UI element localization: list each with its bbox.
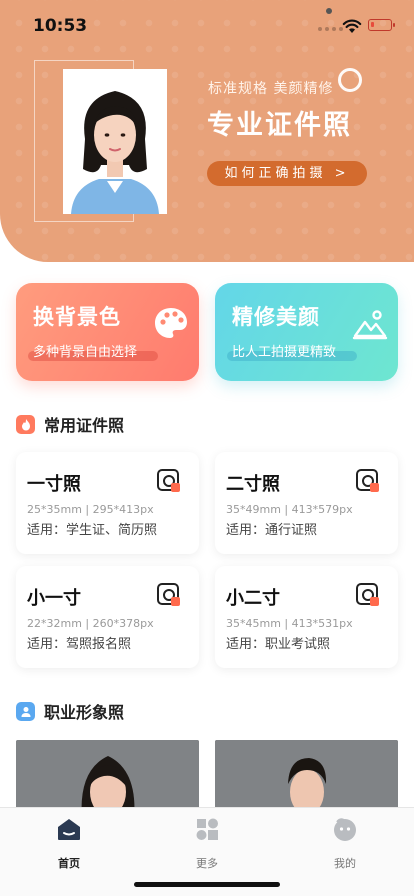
- camera-icon[interactable]: [157, 469, 180, 492]
- photo-type-card[interactable]: 小一寸 22*32mm | 260*378px 适用：驾照报名照: [16, 566, 199, 668]
- battery-icon: [368, 19, 395, 31]
- status-time: 10:53: [33, 16, 88, 36]
- camera-icon[interactable]: [356, 469, 379, 492]
- person-badge-icon: [16, 701, 35, 721]
- camera-icon[interactable]: [157, 583, 180, 606]
- home-icon: [58, 819, 80, 840]
- image-icon: [352, 310, 388, 340]
- retouch-beauty-card[interactable]: 精修美颜 比人工拍摄更精致: [215, 283, 398, 381]
- photo-type-card[interactable]: 一寸照 25*35mm | 295*413px 适用：学生证、简历照: [16, 452, 199, 554]
- flame-icon: [16, 414, 35, 434]
- photo-type-name: 小一寸: [27, 588, 81, 609]
- change-background-card[interactable]: 换背景色 多种背景自由选择: [16, 283, 199, 381]
- tab-label: 更多: [196, 857, 218, 870]
- career-photos-heading: 职业形象照: [16, 699, 124, 723]
- photo-type-card[interactable]: 小二寸 35*45mm | 413*531px 适用：职业考试照: [215, 566, 398, 668]
- signal-icon: [318, 27, 343, 31]
- feature-desc: 比人工拍摄更精致: [232, 345, 337, 360]
- sample-id-photo: [63, 69, 167, 214]
- photo-type-usage: 适用：驾照报名照: [27, 637, 132, 652]
- tab-more[interactable]: 更多: [167, 816, 247, 871]
- photo-type-spec: 22*32mm | 260*378px: [27, 617, 154, 630]
- feature-desc: 多种背景自由选择: [33, 345, 138, 360]
- photo-type-spec: 35*45mm | 413*531px: [226, 617, 353, 630]
- common-photos-heading: 常用证件照: [16, 412, 124, 436]
- tab-profile[interactable]: 我的: [305, 816, 385, 871]
- tab-home[interactable]: 首页: [29, 816, 109, 871]
- photo-type-spec: 35*49mm | 413*579px: [226, 503, 353, 516]
- feature-title: 精修美颜: [232, 305, 320, 329]
- profile-icon: [334, 818, 356, 841]
- status-bar: 10:53: [0, 0, 414, 50]
- camera-dot-icon: [326, 8, 332, 14]
- photo-type-usage: 适用：通行证照: [226, 523, 318, 538]
- hero-banner: 10:53 标准规格 美颜精修 专业证件照 如何正确拍摄 >: [0, 0, 414, 262]
- feature-title: 换背景色: [33, 305, 121, 329]
- hero-subtitle: 标准规格 美颜精修: [208, 81, 334, 97]
- photo-type-name: 二寸照: [226, 474, 280, 495]
- palette-icon: [155, 308, 187, 338]
- photo-type-card[interactable]: 二寸照 35*49mm | 413*579px 适用：通行证照: [215, 452, 398, 554]
- ring-decor-icon: [338, 68, 362, 92]
- photo-type-usage: 适用：学生证、简历照: [27, 523, 158, 538]
- how-to-shoot-button[interactable]: 如何正确拍摄 >: [207, 161, 367, 186]
- section-title: 常用证件照: [44, 416, 125, 435]
- photo-type-usage: 适用：职业考试照: [226, 637, 331, 652]
- home-indicator: [134, 882, 280, 887]
- section-title: 职业形象照: [44, 703, 125, 722]
- photo-type-name: 一寸照: [27, 474, 81, 495]
- wifi-icon: [342, 19, 362, 33]
- grid-icon: [196, 818, 218, 840]
- tab-label: 我的: [334, 857, 356, 870]
- camera-icon[interactable]: [356, 583, 379, 606]
- photo-type-spec: 25*35mm | 295*413px: [27, 503, 154, 516]
- tab-label: 首页: [58, 857, 80, 870]
- photo-type-name: 小二寸: [226, 588, 280, 609]
- hero-title: 专业证件照: [207, 110, 352, 141]
